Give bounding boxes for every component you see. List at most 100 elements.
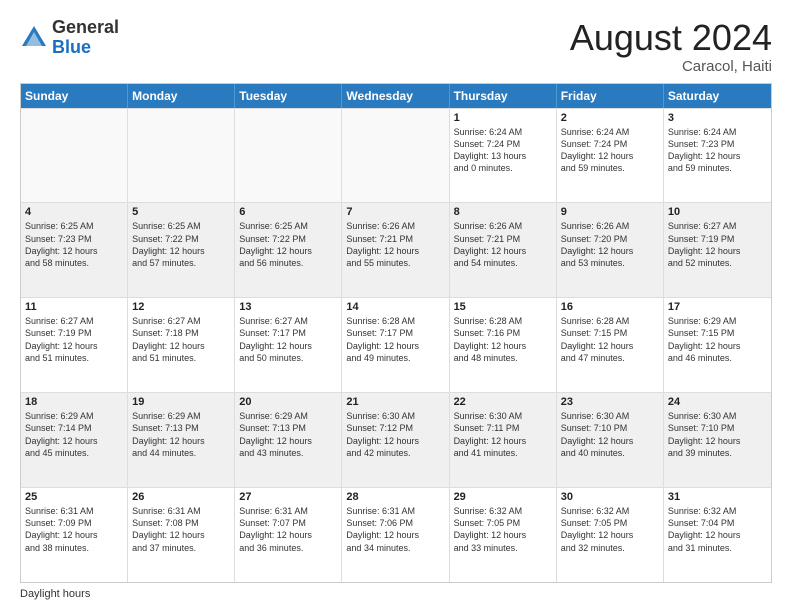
calendar-row: 1 Sunrise: 6:24 AM Sunset: 7:24 PM Daylig… — [21, 108, 771, 203]
calendar-cell: 3Sunrise: 6:24 AM Sunset: 7:23 PM Daylig… — [664, 109, 771, 203]
day-info: Sunrise: 6:25 AM Sunset: 7:22 PM Dayligh… — [239, 220, 337, 269]
day-info: Sunrise: 6:29 AM Sunset: 7:13 PM Dayligh… — [132, 410, 230, 459]
day-number: 11 — [25, 301, 123, 313]
logo-text: General Blue — [52, 18, 119, 58]
calendar-cell: 21Sunrise: 6:30 AM Sunset: 7:12 PM Dayli… — [342, 393, 449, 487]
day-number: 9 — [561, 206, 659, 218]
day-number: 25 — [25, 491, 123, 503]
day-info: Sunrise: 6:31 AM Sunset: 7:06 PM Dayligh… — [346, 505, 444, 554]
logo-general: General — [52, 17, 119, 37]
day-number: 7 — [346, 206, 444, 218]
day-number: 24 — [668, 396, 767, 408]
calendar-cell: 8 Sunrise: 6:26 AM Sunset: 7:21 PM Daylig… — [450, 203, 557, 297]
month-year: August 2024 — [570, 18, 772, 58]
calendar-cell: 9 Sunrise: 6:26 AM Sunset: 7:20 PM Daylig… — [557, 203, 664, 297]
calendar-cell: 1 Sunrise: 6:24 AM Sunset: 7:24 PM Daylig… — [450, 109, 557, 203]
calendar-cell: 31 Sunrise: 6:32 AM Sunset: 7:04 PM Dayli… — [664, 488, 771, 582]
calendar-cell: 7 Sunrise: 6:26 AM Sunset: 7:21 PM Daylig… — [342, 203, 449, 297]
day-number: 6 — [239, 206, 337, 218]
day-number: 20 — [239, 396, 337, 408]
day-info: Sunrise: 6:32 AM Sunset: 7:05 PM Dayligh… — [561, 505, 659, 554]
day-info: Sunrise: 6:26 AM Sunset: 7:21 PM Dayligh… — [454, 220, 552, 269]
calendar-cell: 27 Sunrise: 6:31 AM Sunset: 7:07 PM Dayli… — [235, 488, 342, 582]
day-info: Sunrise: 6:31 AM Sunset: 7:09 PM Dayligh… — [25, 505, 123, 554]
day-number: 26 — [132, 491, 230, 503]
calendar-cell — [128, 109, 235, 203]
day-info: Sunrise: 6:31 AM Sunset: 7:07 PM Dayligh… — [239, 505, 337, 554]
calendar-cell: 17 Sunrise: 6:29 AM Sunset: 7:15 PM Dayli… — [664, 298, 771, 392]
day-number: 31 — [668, 491, 767, 503]
header: General Blue August 2024 Caracol, Haiti — [20, 18, 772, 75]
day-number: 30 — [561, 491, 659, 503]
title-block: August 2024 Caracol, Haiti — [570, 18, 772, 75]
calendar-cell: 12 Sunrise: 6:27 AM Sunset: 7:18 PM Dayli… — [128, 298, 235, 392]
day-info: Sunrise: 6:30 AM Sunset: 7:11 PM Dayligh… — [454, 410, 552, 459]
day-info: Sunrise: 6:27 AM Sunset: 7:18 PM Dayligh… — [132, 315, 230, 364]
cal-header-day: Sunday — [21, 84, 128, 108]
day-info: Sunrise: 6:25 AM Sunset: 7:23 PM Dayligh… — [25, 220, 123, 269]
cal-header-day: Tuesday — [235, 84, 342, 108]
day-number: 27 — [239, 491, 337, 503]
logo: General Blue — [20, 18, 119, 58]
day-number: 22 — [454, 396, 552, 408]
calendar-cell: 30 Sunrise: 6:32 AM Sunset: 7:05 PM Dayli… — [557, 488, 664, 582]
day-number: 28 — [346, 491, 444, 503]
calendar-cell: 18Sunrise: 6:29 AM Sunset: 7:14 PM Dayli… — [21, 393, 128, 487]
day-info: Sunrise: 6:32 AM Sunset: 7:04 PM Dayligh… — [668, 505, 767, 554]
day-number: 17 — [668, 301, 767, 313]
calendar-cell: 20 Sunrise: 6:29 AM Sunset: 7:13 PM Dayli… — [235, 393, 342, 487]
calendar-cell: 16 Sunrise: 6:28 AM Sunset: 7:15 PM Dayli… — [557, 298, 664, 392]
calendar-row: 25 Sunrise: 6:31 AM Sunset: 7:09 PM Dayli… — [21, 487, 771, 582]
calendar-cell: 26 Sunrise: 6:31 AM Sunset: 7:08 PM Dayli… — [128, 488, 235, 582]
day-number: 4 — [25, 206, 123, 218]
day-number: 19 — [132, 396, 230, 408]
logo-blue: Blue — [52, 37, 91, 57]
calendar-row: 18Sunrise: 6:29 AM Sunset: 7:14 PM Dayli… — [21, 392, 771, 487]
day-number: 10 — [668, 206, 767, 218]
calendar-cell: 2Sunrise: 6:24 AM Sunset: 7:24 PM Daylig… — [557, 109, 664, 203]
day-info: Sunrise: 6:24 AM Sunset: 7:24 PM Dayligh… — [454, 126, 552, 175]
cal-header-day: Friday — [557, 84, 664, 108]
cal-header-day: Thursday — [450, 84, 557, 108]
day-info: Sunrise: 6:27 AM Sunset: 7:19 PM Dayligh… — [668, 220, 767, 269]
calendar-row: 11Sunrise: 6:27 AM Sunset: 7:19 PM Dayli… — [21, 297, 771, 392]
calendar-cell: 22 Sunrise: 6:30 AM Sunset: 7:11 PM Dayli… — [450, 393, 557, 487]
cal-header-day: Wednesday — [342, 84, 449, 108]
calendar-cell: 11Sunrise: 6:27 AM Sunset: 7:19 PM Dayli… — [21, 298, 128, 392]
day-info: Sunrise: 6:26 AM Sunset: 7:21 PM Dayligh… — [346, 220, 444, 269]
calendar-cell: 25 Sunrise: 6:31 AM Sunset: 7:09 PM Dayli… — [21, 488, 128, 582]
day-info: Sunrise: 6:28 AM Sunset: 7:15 PM Dayligh… — [561, 315, 659, 364]
day-number: 8 — [454, 206, 552, 218]
calendar-row: 4 Sunrise: 6:25 AM Sunset: 7:23 PM Daylig… — [21, 202, 771, 297]
day-info: Sunrise: 6:31 AM Sunset: 7:08 PM Dayligh… — [132, 505, 230, 554]
calendar-cell: 23 Sunrise: 6:30 AM Sunset: 7:10 PM Dayli… — [557, 393, 664, 487]
calendar-cell: 14Sunrise: 6:28 AM Sunset: 7:17 PM Dayli… — [342, 298, 449, 392]
day-number: 23 — [561, 396, 659, 408]
calendar-body: 1 Sunrise: 6:24 AM Sunset: 7:24 PM Daylig… — [21, 108, 771, 582]
day-info: Sunrise: 6:26 AM Sunset: 7:20 PM Dayligh… — [561, 220, 659, 269]
day-info: Sunrise: 6:30 AM Sunset: 7:10 PM Dayligh… — [561, 410, 659, 459]
calendar-header: SundayMondayTuesdayWednesdayThursdayFrid… — [21, 84, 771, 108]
day-info: Sunrise: 6:30 AM Sunset: 7:10 PM Dayligh… — [668, 410, 767, 459]
calendar-cell — [21, 109, 128, 203]
page: General Blue August 2024 Caracol, Haiti … — [0, 0, 792, 612]
day-info: Sunrise: 6:32 AM Sunset: 7:05 PM Dayligh… — [454, 505, 552, 554]
day-info: Sunrise: 6:27 AM Sunset: 7:17 PM Dayligh… — [239, 315, 337, 364]
calendar-cell: 13Sunrise: 6:27 AM Sunset: 7:17 PM Dayli… — [235, 298, 342, 392]
day-info: Sunrise: 6:29 AM Sunset: 7:15 PM Dayligh… — [668, 315, 767, 364]
day-info: Sunrise: 6:29 AM Sunset: 7:14 PM Dayligh… — [25, 410, 123, 459]
calendar-cell: 6 Sunrise: 6:25 AM Sunset: 7:22 PM Daylig… — [235, 203, 342, 297]
day-number: 16 — [561, 301, 659, 313]
day-info: Sunrise: 6:29 AM Sunset: 7:13 PM Dayligh… — [239, 410, 337, 459]
day-number: 2 — [561, 112, 659, 124]
day-number: 12 — [132, 301, 230, 313]
day-number: 1 — [454, 112, 552, 124]
calendar-cell: 19 Sunrise: 6:29 AM Sunset: 7:13 PM Dayli… — [128, 393, 235, 487]
calendar-cell: 28 Sunrise: 6:31 AM Sunset: 7:06 PM Dayli… — [342, 488, 449, 582]
day-number: 3 — [668, 112, 767, 124]
day-number: 15 — [454, 301, 552, 313]
day-info: Sunrise: 6:30 AM Sunset: 7:12 PM Dayligh… — [346, 410, 444, 459]
logo-icon — [20, 24, 48, 52]
calendar-cell — [342, 109, 449, 203]
calendar-cell: 4 Sunrise: 6:25 AM Sunset: 7:23 PM Daylig… — [21, 203, 128, 297]
